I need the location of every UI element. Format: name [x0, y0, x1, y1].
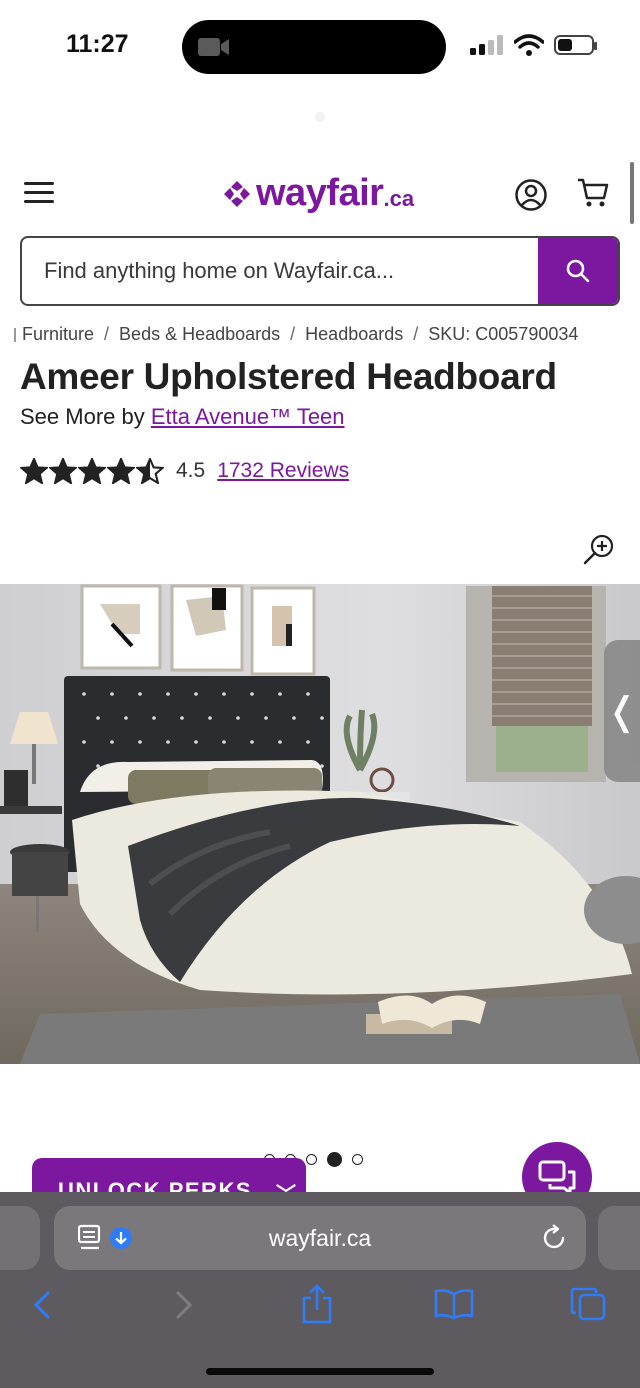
product-image[interactable] — [0, 584, 640, 1064]
star-icon — [136, 458, 164, 484]
carousel-dot[interactable] — [306, 1154, 317, 1165]
star-icon — [107, 458, 135, 484]
breadcrumb-furniture[interactable]: Furniture — [22, 324, 94, 345]
tabs-icon[interactable] — [570, 1286, 608, 1322]
prev-tab-preview[interactable] — [0, 1206, 40, 1270]
breadcrumb-beds-headboards[interactable]: Beds & Headboards — [119, 324, 280, 345]
account-icon[interactable] — [514, 178, 548, 212]
see-more-line: See More by Etta Avenue™ Teen — [20, 404, 345, 430]
menu-icon[interactable] — [24, 182, 54, 204]
status-bar: 11:27 — [0, 0, 640, 100]
chevron-left-icon: ❬ — [606, 690, 638, 733]
bookmarks-icon[interactable] — [434, 1288, 474, 1320]
forward-icon — [176, 1291, 193, 1319]
see-more-prefix: See More by — [20, 404, 145, 429]
logo-text: wayfair — [256, 172, 384, 214]
search-bar — [20, 236, 620, 306]
cart-icon[interactable] — [576, 176, 610, 210]
home-indicator — [206, 1368, 434, 1375]
system-icons — [470, 34, 597, 56]
search-icon — [566, 259, 590, 283]
carousel-dot[interactable] — [327, 1152, 342, 1167]
search-input[interactable] — [22, 238, 540, 304]
carousel-prev-tab[interactable]: ❬ — [604, 640, 640, 782]
star-icon — [78, 458, 106, 484]
star-rating — [20, 458, 164, 484]
status-time: 11:27 — [66, 30, 129, 58]
browser-toolbar — [0, 1284, 640, 1342]
breadcrumb: Furniture / Beds & Headboards / Headboar… — [14, 324, 578, 345]
wayfair-logo[interactable]: wayfair .ca — [222, 172, 414, 215]
star-icon — [20, 458, 48, 484]
reviews-link[interactable]: 1732 Reviews — [217, 459, 349, 483]
wayfair-logo-mark-icon — [224, 180, 250, 207]
sku-label: SKU: C005790034 — [428, 324, 579, 344]
search-button[interactable] — [538, 238, 618, 304]
video-camera-icon — [198, 38, 229, 56]
star-icon — [49, 458, 77, 484]
product-title: Ameer Upholstered Headboard — [20, 356, 557, 397]
logo-tld: .ca — [383, 185, 415, 211]
wifi-icon — [514, 34, 544, 56]
next-tab-preview[interactable] — [598, 1206, 640, 1270]
rating-row[interactable]: 4.5 1732 Reviews — [20, 458, 349, 484]
zoom-in-icon[interactable] — [582, 532, 616, 566]
carousel-dot[interactable] — [352, 1154, 363, 1165]
address-bar[interactable]: wayfair.ca — [54, 1206, 586, 1270]
dynamic-island — [182, 20, 446, 74]
rating-value: 4.5 — [176, 459, 206, 482]
breadcrumb-headboards[interactable]: Headboards — [305, 324, 403, 345]
browser-bar: wayfair.ca — [0, 1192, 640, 1388]
url-text: wayfair.ca — [268, 1225, 372, 1251]
chat-icon — [538, 1160, 576, 1194]
back-icon[interactable] — [30, 1290, 56, 1320]
battery-level — [558, 39, 572, 51]
brand-link[interactable]: Etta Avenue™ Teen — [151, 404, 345, 429]
reload-icon[interactable] — [542, 1224, 568, 1252]
battery-icon — [554, 35, 597, 55]
bedroom-illustration — [0, 584, 640, 1064]
share-icon[interactable] — [300, 1284, 334, 1324]
pull-handle — [315, 112, 325, 122]
cellular-signal-icon — [470, 35, 503, 55]
scrollbar[interactable] — [630, 162, 634, 224]
